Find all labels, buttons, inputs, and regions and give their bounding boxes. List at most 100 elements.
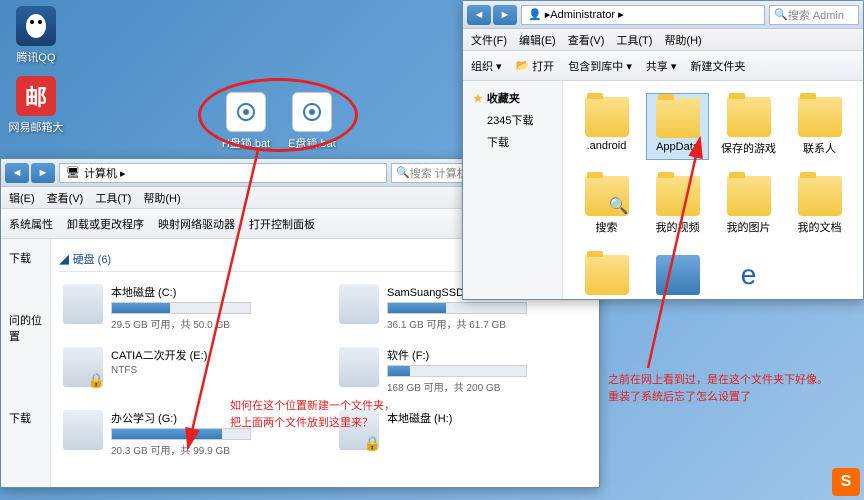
folder-label: .android xyxy=(587,140,627,152)
menu-tools[interactable]: 工具(T) xyxy=(616,32,652,48)
sidebar-item[interactable]: 问的位置 xyxy=(5,309,46,347)
folder-item[interactable]: 我的图片 xyxy=(717,172,780,239)
drive-name: 办公学习 (G:) xyxy=(111,410,311,426)
tb-controlpanel[interactable]: 打开控制面板 xyxy=(249,216,315,232)
menubar: 文件(F) 编辑(E) 查看(V) 工具(T) 帮助(H) xyxy=(463,29,863,51)
drive-item[interactable]: 软件 (F:) 168 GB 可用，共 200 GB xyxy=(335,343,591,398)
tb-newfolder[interactable]: 新建文件夹 xyxy=(690,58,745,74)
folder-icon xyxy=(585,97,629,137)
drive-icon xyxy=(63,284,103,324)
menu-help[interactable]: 帮助(H) xyxy=(143,190,180,206)
sidebar-item[interactable]: 2345下载 xyxy=(469,109,556,131)
desktop-icon-label: E盘锁.bat xyxy=(288,135,336,151)
annotation-text-2: 之前在网上看到过，是在这个文件夹下好像。重装了系统后忘了怎么设置了 xyxy=(608,372,828,405)
sogou-ime-icon[interactable]: S xyxy=(832,468,860,496)
qq-icon xyxy=(16,6,56,46)
desktop-icon-mail[interactable]: 邮 网易邮箱大 xyxy=(6,76,66,135)
folder-icon xyxy=(585,255,629,295)
folder-label: AppData xyxy=(656,141,699,153)
folder-label: 联系人 xyxy=(803,140,836,156)
tb-open[interactable]: 📂 打开 xyxy=(516,58,555,74)
address-bar[interactable]: 👤 ▸ Administrator ▸ xyxy=(521,5,765,25)
folder-item[interactable]: 保存的游戏 xyxy=(717,93,780,160)
bat-icon xyxy=(292,92,332,132)
drive-freespace: NTFS xyxy=(111,365,311,376)
menu-view[interactable]: 查看(V) xyxy=(568,32,605,48)
drive-icon xyxy=(339,410,379,450)
drive-icon xyxy=(339,347,379,387)
desktop-icon-bat1[interactable]: H盘锁.bat xyxy=(216,92,276,151)
folder-item[interactable]: e Settings.XML xyxy=(717,251,780,299)
folder-label: 桌面 xyxy=(667,298,689,299)
drive-name: 本地磁盘 (C:) xyxy=(111,284,311,300)
ie-icon: e xyxy=(727,255,771,295)
bat-icon xyxy=(226,92,266,132)
menu-file[interactable]: 文件(F) xyxy=(471,32,507,48)
menu-edit[interactable]: 辑(E) xyxy=(9,190,35,206)
desktop-icon-qq[interactable]: 腾讯QQ xyxy=(6,6,66,65)
drive-usage-bar xyxy=(387,302,527,314)
folder-label: Settings.XML xyxy=(721,298,776,299)
folder-icon xyxy=(727,176,771,216)
folder-label: 搜索 xyxy=(596,219,618,235)
drive-name: CATIA二次开发 (E:) xyxy=(111,347,311,363)
desktop-icon-label: H盘锁.bat xyxy=(222,135,270,151)
forward-button[interactable]: ► xyxy=(31,163,55,183)
folder-label: 我的图片 xyxy=(727,219,771,235)
drive-item[interactable]: CATIA二次开发 (E:) NTFS xyxy=(59,343,315,398)
folder-icon xyxy=(798,97,842,137)
toolbar: 组织 ▾ 📂 打开 包含到库中 ▾ 共享 ▾ 新建文件夹 xyxy=(463,51,863,81)
folder-item[interactable]: 我的文档 xyxy=(788,172,851,239)
drive-usage-bar xyxy=(111,302,251,314)
tb-props[interactable]: 系统属性 xyxy=(9,216,53,232)
main-pane[interactable]: .android AppData 保存的游戏 联系人 🔍搜索我的视频 我的图片 我的文档桌面… xyxy=(563,81,863,299)
menu-tools[interactable]: 工具(T) xyxy=(95,190,131,206)
folder-item[interactable]: AppData xyxy=(646,93,709,160)
tb-mapdrive[interactable]: 映射网络驱动器 xyxy=(158,216,235,232)
sidebar-item[interactable]: 下载 xyxy=(469,131,556,153)
folder-icon xyxy=(656,176,700,216)
menu-edit[interactable]: 编辑(E) xyxy=(519,32,556,48)
desktop-icon-bat2[interactable]: E盘锁.bat xyxy=(282,92,342,151)
back-button[interactable]: ◄ xyxy=(467,5,491,25)
tb-include[interactable]: 包含到库中 ▾ xyxy=(568,58,632,74)
folder-label: 保存的游戏 xyxy=(721,140,776,156)
drive-icon xyxy=(63,410,103,450)
desktop-icon-label: 腾讯QQ xyxy=(16,49,55,65)
back-button[interactable]: ◄ xyxy=(5,163,29,183)
drive-freespace: 36.1 GB 可用，共 61.7 GB xyxy=(387,316,587,331)
drive-icon xyxy=(339,284,379,324)
desktop-icon-label: 网易邮箱大 xyxy=(9,119,64,135)
folder-item[interactable]: 联系人 xyxy=(788,93,851,160)
tb-share[interactable]: 共享 ▾ xyxy=(646,58,677,74)
mail-icon: 邮 xyxy=(16,76,56,116)
folder-icon xyxy=(656,98,700,138)
folder-label: 我的视频 xyxy=(656,219,700,235)
sidebar-item[interactable]: 下载 xyxy=(5,407,46,429)
titlebar[interactable]: ◄ ► 👤 ▸ Administrator ▸ 🔍 搜索 Admin xyxy=(463,1,863,29)
sidebar-favorites[interactable]: ★收藏夹 xyxy=(469,87,556,109)
forward-button[interactable]: ► xyxy=(493,5,517,25)
folder-item[interactable]: .android xyxy=(575,93,638,160)
sidebar: 下载 问的位置 下载 xyxy=(1,239,51,487)
folder-item[interactable]: 桌面 xyxy=(646,251,709,299)
folder-item[interactable]: 我的视频 xyxy=(646,172,709,239)
folder-label: 我的文档 xyxy=(798,219,842,235)
folder-item[interactable]: 🔍搜索 xyxy=(575,172,638,239)
drive-item[interactable]: 本地磁盘 (H:) xyxy=(335,406,591,461)
search-input[interactable]: 🔍 搜索 Admin xyxy=(769,5,859,25)
sidebar-item[interactable]: 下载 xyxy=(5,247,46,269)
menu-view[interactable]: 查看(V) xyxy=(47,190,84,206)
drive-item[interactable]: 办公学习 (G:) 20.3 GB 可用，共 99.9 GB xyxy=(59,406,315,461)
drive-item[interactable]: 本地磁盘 (C:) 29.5 GB 可用，共 50.0 GB xyxy=(59,280,315,335)
folder-item[interactable]: 桌面 xyxy=(575,251,638,299)
menu-help[interactable]: 帮助(H) xyxy=(664,32,701,48)
drive-freespace: 20.3 GB 可用，共 99.9 GB xyxy=(111,442,311,457)
drive-usage-bar xyxy=(111,428,251,440)
tb-uninstall[interactable]: 卸载或更改程序 xyxy=(67,216,144,232)
drive-usage-bar xyxy=(387,365,527,377)
drive-freespace: 168 GB 可用，共 200 GB xyxy=(387,379,587,394)
drive-name: 本地磁盘 (H:) xyxy=(387,410,587,426)
tb-organize[interactable]: 组织 ▾ xyxy=(471,58,502,74)
address-bar[interactable]: 🖥 计算机 ▸ xyxy=(59,163,387,183)
